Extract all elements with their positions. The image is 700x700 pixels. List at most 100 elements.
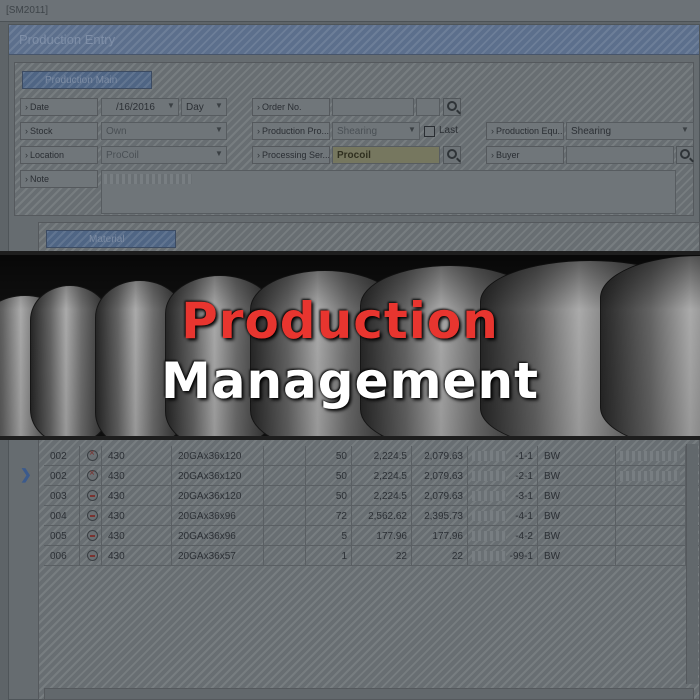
empty-cell bbox=[616, 546, 686, 566]
status-cell bbox=[80, 466, 102, 486]
order-no-suffix-input[interactable] bbox=[416, 98, 440, 116]
empty-cell bbox=[264, 486, 306, 506]
grade-cell: 430 bbox=[102, 486, 172, 506]
table-row[interactable]: 002 43020GAx36x120 502,224.52,079.63 -1-1 BW bbox=[44, 446, 700, 466]
search-icon bbox=[680, 149, 690, 159]
table-row[interactable]: 003 430 20GAx36x120 50 2,224.5 2,079.63 -3-1 BW bbox=[44, 486, 700, 506]
spec-cell: 20GAx36x57 bbox=[172, 546, 264, 566]
last-checkbox[interactable] bbox=[424, 126, 435, 137]
no-cell: 006 bbox=[44, 546, 80, 566]
empty-cell bbox=[616, 526, 686, 546]
production-equipment-select[interactable]: Shearing bbox=[566, 122, 694, 140]
cancel-status-icon bbox=[87, 468, 98, 481]
qty-cell: 1 bbox=[306, 546, 352, 566]
tag-cell: -3-1 bbox=[468, 486, 538, 506]
tag-suffix: -99-1 bbox=[509, 551, 533, 562]
redacted-text bbox=[620, 471, 680, 481]
empty-cell bbox=[616, 486, 686, 506]
production-process-dropdown-icon[interactable]: ▼ bbox=[405, 123, 419, 139]
tag-suffix: -4-2 bbox=[515, 531, 533, 542]
order-search-button[interactable] bbox=[443, 98, 461, 116]
current-row-pointer-icon: ❯ bbox=[20, 466, 32, 482]
table-row[interactable]: 002 43020GAx36x120 502,224.52,079.63 -2-1 BW bbox=[44, 466, 700, 486]
redacted-text bbox=[472, 471, 506, 481]
banner-title-management: Management bbox=[160, 352, 540, 410]
grid-vertical-scrollbar[interactable] bbox=[686, 444, 698, 684]
status-cell bbox=[80, 446, 102, 466]
redacted-text bbox=[620, 451, 680, 461]
w2-cell: 2,079.63 bbox=[412, 486, 468, 506]
date-label: Date bbox=[20, 98, 98, 116]
location-select[interactable]: ProCoil bbox=[101, 146, 227, 164]
grade-cell: 430 bbox=[102, 526, 172, 546]
tag-suffix: -2-1 bbox=[515, 471, 533, 482]
tag-cell: -4-1 bbox=[468, 506, 538, 526]
tag-suffix: -4-1 bbox=[515, 511, 533, 522]
production-management-banner: Production Management bbox=[0, 251, 700, 440]
period-dropdown-icon[interactable]: ▼ bbox=[212, 99, 226, 115]
production-equipment-dropdown-icon[interactable]: ▼ bbox=[678, 123, 692, 139]
last-label: Last bbox=[439, 125, 458, 136]
table-row[interactable]: 004 430 20GAx36x96 72 2,562.62 2,395.73 -4-1 BW bbox=[44, 506, 700, 526]
buyer-input[interactable] bbox=[566, 146, 674, 164]
spec-cell: 20GAx36x120 bbox=[172, 466, 264, 486]
qty-cell: 50 bbox=[306, 446, 352, 466]
minus-status-icon bbox=[87, 550, 98, 561]
table-row[interactable]: 005 430 20GAx36x96 5 177.96 177.96 -4-2 BW bbox=[44, 526, 700, 546]
empty-cell bbox=[616, 466, 686, 486]
code-cell: BW bbox=[538, 506, 616, 526]
page-title: Production Entry bbox=[9, 25, 699, 55]
spec-cell: 20GAx36x96 bbox=[172, 506, 264, 526]
tag-cell: -4-2 bbox=[468, 526, 538, 546]
grade-cell: 430 bbox=[102, 446, 172, 466]
processing-service-input[interactable]: Procoil bbox=[332, 146, 440, 164]
processing-service-search-button[interactable] bbox=[443, 146, 461, 164]
w2-cell: 2,079.63 bbox=[412, 446, 468, 466]
order-no-input[interactable] bbox=[332, 98, 414, 116]
redacted-text bbox=[472, 551, 506, 561]
grid-horizontal-scrollbar[interactable] bbox=[44, 688, 694, 700]
table-row[interactable]: 006 430 20GAx36x57 1 22 22 -99-1 BW bbox=[44, 546, 700, 566]
spec-cell: 20GAx36x120 bbox=[172, 486, 264, 506]
window-title: [SM2011] bbox=[0, 0, 700, 22]
production-process-label: Production Pro... bbox=[252, 122, 330, 140]
minus-status-icon bbox=[87, 530, 98, 541]
note-redacted-text bbox=[104, 174, 192, 184]
empty-cell bbox=[616, 446, 686, 466]
status-cell bbox=[80, 546, 102, 566]
qty-cell: 50 bbox=[306, 486, 352, 506]
empty-cell bbox=[616, 506, 686, 526]
tag-cell: -2-1 bbox=[468, 466, 538, 486]
date-dropdown-icon[interactable]: ▼ bbox=[164, 99, 178, 115]
empty-cell bbox=[264, 546, 306, 566]
stock-dropdown-icon[interactable]: ▼ bbox=[212, 123, 226, 139]
w1-cell: 177.96 bbox=[352, 526, 412, 546]
empty-cell bbox=[264, 446, 306, 466]
tag-cell: -1-1 bbox=[468, 446, 538, 466]
note-label: Note bbox=[20, 170, 98, 188]
w1-cell: 2,224.5 bbox=[352, 486, 412, 506]
code-cell: BW bbox=[538, 446, 616, 466]
grade-cell: 430 bbox=[102, 546, 172, 566]
tab-material[interactable]: Material bbox=[46, 230, 176, 248]
no-cell: 004 bbox=[44, 506, 80, 526]
no-cell: 002 bbox=[44, 446, 80, 466]
processing-service-label: Processing Ser... bbox=[252, 146, 330, 164]
empty-cell bbox=[264, 506, 306, 526]
stock-select[interactable]: Own bbox=[101, 122, 227, 140]
tab-production-main[interactable]: Production Main bbox=[22, 71, 152, 89]
redacted-text bbox=[472, 451, 506, 461]
redacted-text bbox=[472, 511, 506, 521]
redacted-text bbox=[472, 491, 506, 501]
w1-cell: 2,224.5 bbox=[352, 446, 412, 466]
stock-label: Stock bbox=[20, 122, 98, 140]
buyer-search-button[interactable] bbox=[676, 146, 694, 164]
qty-cell: 5 bbox=[306, 526, 352, 546]
order-no-label: Order No. bbox=[252, 98, 330, 116]
date-value: /16/2016 bbox=[116, 102, 155, 113]
minus-status-icon bbox=[87, 510, 98, 521]
location-dropdown-icon[interactable]: ▼ bbox=[212, 147, 226, 163]
empty-cell bbox=[264, 526, 306, 546]
no-cell: 003 bbox=[44, 486, 80, 506]
redacted-text bbox=[472, 531, 506, 541]
